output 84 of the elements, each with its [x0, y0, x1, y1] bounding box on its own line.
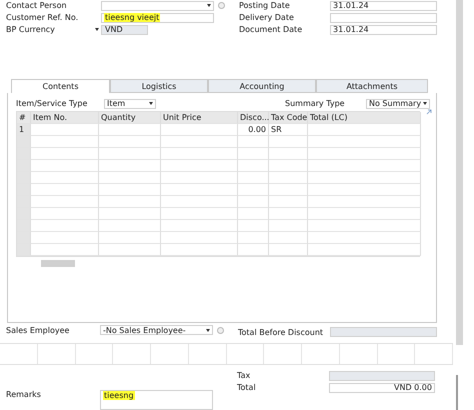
table-cell: SR: [269, 124, 308, 136]
table-cell: [269, 148, 308, 160]
table-cell: [269, 172, 308, 184]
table-cell: [31, 124, 99, 136]
table-cell: [99, 196, 161, 208]
dropdown-field[interactable]: No Summary: [366, 98, 430, 109]
tab[interactable]: Contents: [11, 79, 110, 94]
table-cell: [238, 196, 269, 208]
field-value: VND: [104, 25, 124, 34]
field-label: Total Before Discount: [238, 328, 324, 337]
table-cell: [238, 160, 269, 172]
scrollbar-thumb[interactable]: [41, 260, 75, 268]
column-header[interactable]: Disco...: [238, 112, 269, 124]
field-label: Delivery Date: [239, 13, 295, 22]
field-label: Document Date: [239, 25, 304, 34]
dropdown-field[interactable]: -No Sales Employee-: [100, 325, 213, 336]
column-header[interactable]: Quantity: [99, 112, 161, 124]
field-label: BP Currency: [6, 25, 56, 34]
table-cell: [31, 136, 99, 148]
tab[interactable]: Accounting: [208, 79, 316, 94]
table-cell: [99, 124, 161, 136]
table-cell: [99, 148, 161, 160]
table-cell: [99, 136, 161, 148]
table-cell: [31, 148, 99, 160]
field-label: Sales Employee: [6, 326, 70, 335]
date-field[interactable]: 31.01.24: [330, 24, 437, 34]
table-cell: [31, 160, 99, 172]
table-cell: [269, 220, 308, 232]
table-cell: [238, 220, 269, 232]
column-header[interactable]: Unit Price: [161, 112, 238, 124]
table-cell: [99, 208, 161, 220]
table-cell: [238, 232, 269, 244]
input-field[interactable]: tieesng vieejt: [101, 12, 214, 22]
dropdown-field[interactable]: [101, 0, 214, 10]
table-cell: [269, 208, 308, 220]
row-number-cell: 1: [17, 124, 31, 136]
field-label: Summary Type: [285, 99, 346, 108]
table-cell: [99, 220, 161, 232]
remarks-field[interactable]: tieesng: [100, 390, 213, 410]
tab[interactable]: Logistics: [110, 79, 208, 94]
date-field[interactable]: 31.01.24: [330, 0, 437, 10]
field-label: Tax: [237, 371, 252, 380]
scrollbar[interactable]: [456, 0, 463, 345]
table-cell: [31, 232, 99, 244]
table-cell: [238, 208, 269, 220]
tab[interactable]: Attachments: [316, 79, 428, 94]
field-label: Total: [237, 383, 257, 392]
table-cell: 0.00: [238, 124, 269, 136]
column-header[interactable]: Total (LC): [308, 112, 421, 124]
table-cell: [31, 196, 99, 208]
expand-icon[interactable]: [426, 109, 432, 116]
table-cell: [99, 232, 161, 244]
table-cell: [269, 184, 308, 196]
table-cell: [238, 172, 269, 184]
table-cell: [269, 232, 308, 244]
column-header[interactable]: #: [17, 112, 31, 124]
column-header[interactable]: Tax Code: [269, 112, 308, 124]
column-header[interactable]: Item No.: [31, 112, 99, 124]
field-label: Posting Date: [239, 1, 291, 10]
field-value: tieesng: [103, 391, 135, 400]
field-value: tieesng vieejt: [104, 13, 160, 22]
table-cell: [31, 220, 99, 232]
table-cell: [31, 184, 99, 196]
amount-field: VND 0.00: [329, 382, 435, 392]
table-cell: [99, 184, 161, 196]
input-field[interactable]: VND: [101, 24, 148, 34]
table-cell: [238, 136, 269, 148]
info-icon[interactable]: [218, 2, 225, 9]
info-icon[interactable]: [217, 326, 224, 334]
table-cell: [238, 148, 269, 160]
table-cell: [269, 196, 308, 208]
table-cell: [269, 160, 308, 172]
date-field[interactable]: [330, 12, 437, 22]
field-label: Remarks: [6, 390, 42, 399]
field-label: Contact Person: [6, 1, 68, 10]
table-cell: [31, 172, 99, 184]
table-cell: [99, 160, 161, 172]
dropdown-field[interactable]: Item: [104, 98, 156, 109]
field-label: Customer Ref. No.: [6, 13, 80, 22]
table-cell: [99, 172, 161, 184]
table-cell: [238, 184, 269, 196]
table-cell: [31, 208, 99, 220]
table-cell: [269, 136, 308, 148]
field-label: Item/Service Type: [16, 99, 88, 108]
